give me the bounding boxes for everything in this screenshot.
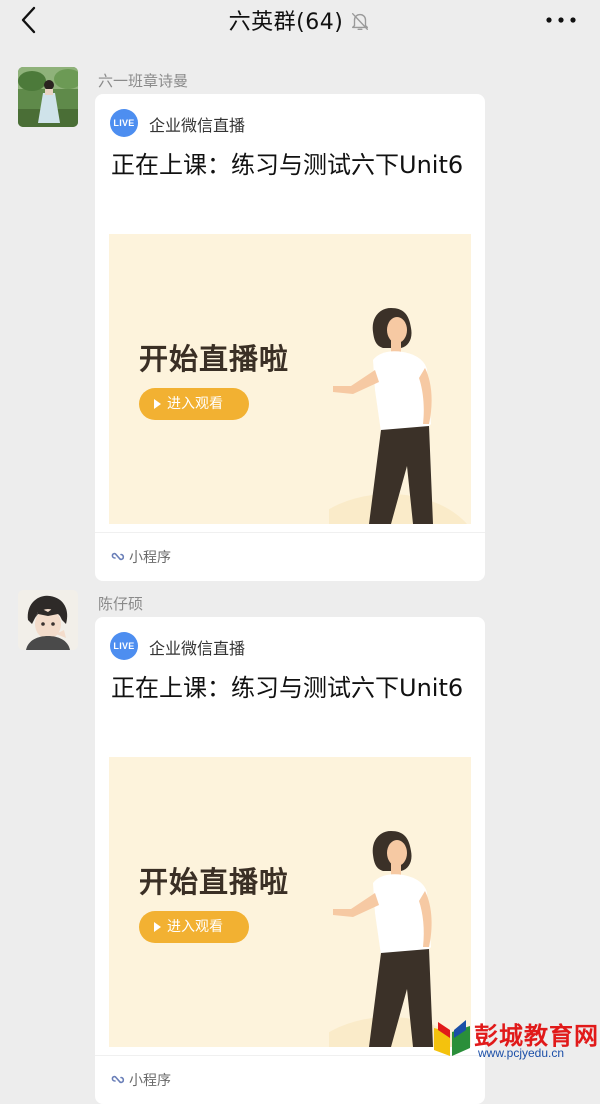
play-icon xyxy=(154,399,161,409)
sender-name: 六一班章诗曼 xyxy=(98,72,189,90)
enter-watch-label: 进入观看 xyxy=(167,396,223,412)
enter-watch-button[interactable]: 进入观看 xyxy=(139,911,249,943)
card-footer: 小程序 xyxy=(95,532,485,581)
mini-program-icon xyxy=(111,1075,125,1084)
chat-header: 六英群(64) xyxy=(0,0,600,44)
live-banner: 开始直播啦 进入观看 xyxy=(109,234,471,524)
play-icon xyxy=(154,922,161,932)
live-share-card[interactable]: LIVE 企业微信直播 正在上课：练习与测试六下Unit6 开始直播啦 进入观看 xyxy=(95,94,485,581)
card-title: 正在上课：练习与测试六下Unit6 xyxy=(111,151,464,179)
live-banner: 开始直播啦 进入观看 xyxy=(109,757,471,1047)
banner-headline: 开始直播啦 xyxy=(139,865,290,899)
bell-muted-icon xyxy=(352,12,369,30)
avatar-photo xyxy=(18,67,78,127)
mini-program-label: 小程序 xyxy=(129,550,171,566)
more-dots-icon[interactable] xyxy=(544,10,578,30)
mini-program-icon xyxy=(111,552,125,561)
avatar[interactable] xyxy=(18,67,78,127)
card-header: LIVE 企业微信直播 xyxy=(95,617,485,661)
presenter-illustration xyxy=(329,831,467,1047)
live-share-card[interactable]: LIVE 企业微信直播 正在上课：练习与测试六下Unit6 开始直播啦 进入观看 xyxy=(95,617,485,1104)
avatar-photo xyxy=(18,590,78,650)
watermark-url: www.pcjyedu.cn xyxy=(478,1046,565,1060)
app-name: 企业微信直播 xyxy=(149,116,246,135)
site-watermark: 彭城教育网 www.pcjyedu.cn xyxy=(430,1014,598,1066)
chat-title: 六英群(64) xyxy=(228,10,344,35)
mini-program-label: 小程序 xyxy=(129,1073,171,1089)
sender-name: 陈仔硕 xyxy=(98,595,144,613)
card-header: LIVE 企业微信直播 xyxy=(95,94,485,138)
enter-watch-button[interactable]: 进入观看 xyxy=(139,388,249,420)
enter-watch-label: 进入观看 xyxy=(167,919,223,935)
banner-headline: 开始直播啦 xyxy=(139,342,290,376)
live-icon: LIVE xyxy=(110,109,138,137)
avatar[interactable] xyxy=(18,590,78,650)
card-title: 正在上课：练习与测试六下Unit6 xyxy=(111,674,464,702)
book-logo-icon xyxy=(434,1020,470,1056)
presenter-illustration xyxy=(329,308,467,524)
card-footer: 小程序 xyxy=(95,1055,485,1104)
live-icon: LIVE xyxy=(110,632,138,660)
app-name: 企业微信直播 xyxy=(149,639,246,658)
chat-title-wrap: 六英群(64) xyxy=(0,4,600,36)
